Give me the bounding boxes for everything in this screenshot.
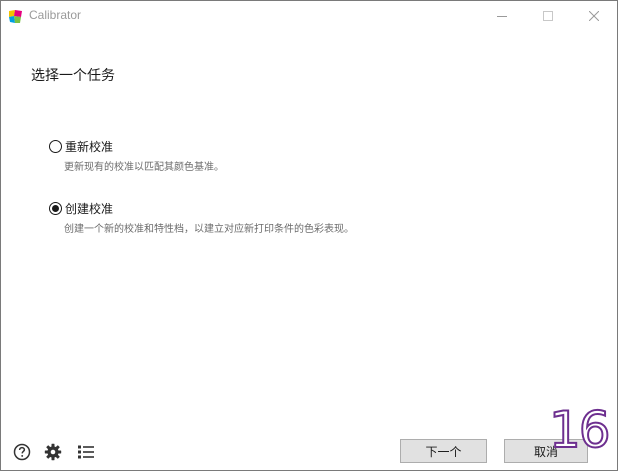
next-button[interactable]: 下一个 <box>400 439 487 463</box>
minimize-icon <box>497 16 507 17</box>
question-mark-icon <box>13 443 31 461</box>
maximize-button[interactable] <box>525 1 571 31</box>
create-calibration-description: 创建一个新的校准和特性档，以建立对应新打印条件的色彩表现。 <box>64 224 354 235</box>
gear-icon[interactable] <box>43 442 63 462</box>
settings-gear-icon <box>44 443 62 461</box>
calibrator-window: Calibrator 选择一个任务 重新校准 更新现有的校准以匹配其颜色基准。 <box>0 0 618 471</box>
create-calibration-radio-row[interactable]: 创建校准 <box>49 199 569 217</box>
calibrator-app-icon <box>9 10 22 23</box>
bullet-list-icon <box>78 445 94 459</box>
step-number-badge: 16 <box>548 401 612 459</box>
create-calibration-label[interactable]: 创建校准 <box>65 200 113 217</box>
option-create-calibration: 创建校准 创建一个新的校准和特性档，以建立对应新打印条件的色彩表现。 <box>49 199 569 235</box>
page-title: 选择一个任务 <box>31 68 115 84</box>
recalibrate-radio-row[interactable]: 重新校准 <box>49 137 569 155</box>
help-icon[interactable] <box>12 442 32 462</box>
create-calibration-radio[interactable] <box>49 201 62 215</box>
close-button[interactable] <box>571 1 617 31</box>
option-recalibrate: 重新校准 更新现有的校准以匹配其颜色基准。 <box>49 137 569 173</box>
title-bar[interactable]: Calibrator <box>1 1 617 31</box>
list-icon[interactable] <box>76 442 96 462</box>
close-icon <box>589 11 599 21</box>
recalibrate-radio[interactable] <box>49 139 62 153</box>
maximize-icon <box>543 11 553 21</box>
recalibrate-label[interactable]: 重新校准 <box>65 138 113 155</box>
minimize-button[interactable] <box>479 1 525 31</box>
window-title: Calibrator <box>29 8 82 22</box>
recalibrate-description: 更新现有的校准以匹配其颜色基准。 <box>64 162 224 173</box>
